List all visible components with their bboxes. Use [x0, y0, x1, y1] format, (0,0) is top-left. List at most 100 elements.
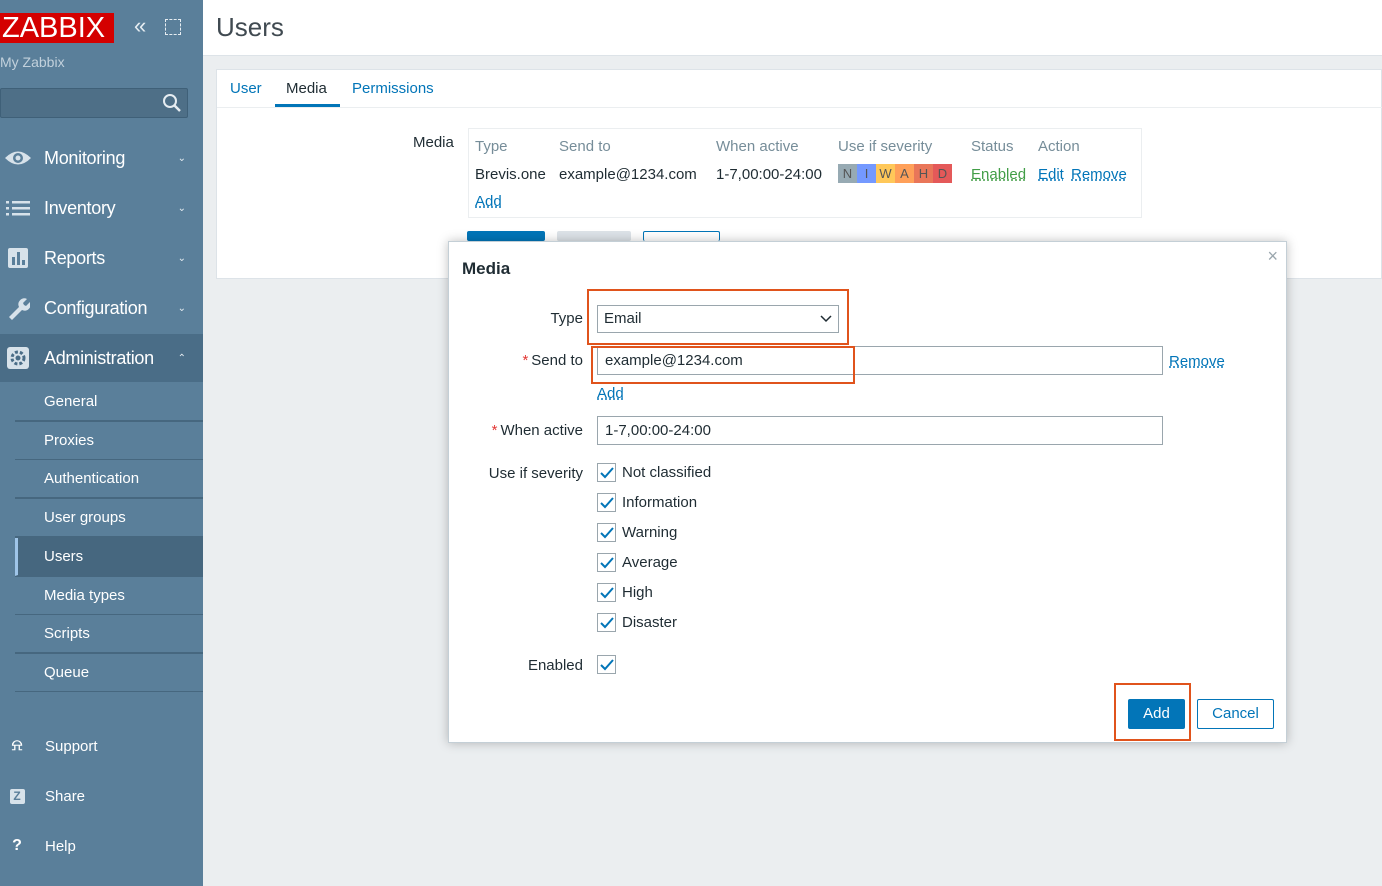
remove-media-link[interactable]: Remove [1071, 166, 1127, 183]
severity-option[interactable]: Warning [597, 523, 677, 542]
send-to-label-text: Send to [531, 352, 583, 369]
send-to-input[interactable]: example@1234.com [597, 346, 1163, 375]
severity-option[interactable]: Not classified [597, 463, 711, 482]
severity-high-badge: H [914, 164, 933, 183]
cancel-button[interactable]: Cancel [1197, 699, 1274, 729]
sidebar-subtitle: My Zabbix [0, 54, 65, 70]
when-active-input[interactable]: 1-7,00:00-24:00 [597, 416, 1163, 445]
tab-permissions[interactable]: Permissions [352, 80, 434, 97]
nav-label: Support [45, 737, 98, 755]
edit-media-link[interactable]: Edit [1038, 166, 1064, 183]
update-button[interactable] [467, 231, 545, 241]
nav-administration[interactable]: Administration ⌃ [0, 334, 203, 382]
add-button[interactable]: Add [1128, 699, 1185, 729]
nav-label: Inventory [44, 197, 116, 218]
tab-bar: User Media Permissions [217, 70, 1382, 108]
enabled-option[interactable] [597, 655, 616, 674]
nav-label: Monitoring [44, 147, 126, 168]
status-link[interactable]: Enabled [971, 166, 1026, 183]
checkbox-checked[interactable] [597, 613, 616, 632]
nav-monitoring[interactable]: Monitoring ⌄ [0, 134, 203, 182]
severity-option-label: High [622, 584, 653, 601]
collapse-sidebar-icon[interactable]: « [134, 15, 154, 38]
wrench-icon [2, 296, 34, 320]
submenu-user-groups[interactable]: User groups [15, 499, 203, 537]
nav-help[interactable]: ? Help [0, 826, 203, 866]
add-media-link[interactable]: Add [475, 193, 502, 210]
kiosk-mode-icon[interactable] [165, 19, 181, 35]
severity-disaster-badge: D [933, 164, 952, 183]
delete-button[interactable] [557, 231, 631, 241]
severity-not-classified-badge: N [838, 164, 857, 183]
search-icon[interactable] [162, 93, 182, 113]
nav-inventory[interactable]: Inventory ⌄ [0, 184, 203, 232]
send-to-cell: example@1234.com [559, 166, 697, 183]
submenu-scripts[interactable]: Scripts [15, 615, 203, 653]
severity-average-badge: A [895, 164, 914, 183]
nav-support[interactable]: ⍾ Support [0, 726, 203, 766]
checkbox-checked[interactable] [597, 553, 616, 572]
add-recipient-link[interactable]: Add [597, 385, 624, 402]
submenu-proxies[interactable]: Proxies [15, 422, 203, 460]
page-header: Users [203, 0, 1382, 56]
search-input[interactable] [0, 88, 188, 118]
checkbox-checked[interactable] [597, 463, 616, 482]
headset-icon: ⍾ [11, 737, 23, 754]
when-active-cell: 1-7,00:00-24:00 [716, 166, 822, 183]
zabbix-logo[interactable]: ZABBIX [0, 13, 114, 43]
checkbox-checked[interactable] [597, 493, 616, 512]
chevron-down-icon [820, 315, 832, 323]
severity-option-label: Average [622, 554, 678, 571]
severity-label: Use if severity [488, 465, 583, 482]
remove-recipient-link[interactable]: Remove [1169, 353, 1225, 370]
severity-option[interactable]: High [597, 583, 653, 602]
severity-warning-badge: W [876, 164, 895, 183]
checkbox-checked[interactable] [597, 523, 616, 542]
chevron-down-icon: ⌄ [177, 153, 186, 164]
question-icon: ? [12, 837, 22, 854]
chevron-down-icon: ⌄ [177, 253, 186, 264]
page-title: Users [216, 12, 284, 42]
type-label: Type [550, 310, 583, 327]
column-header: Send to [559, 138, 611, 155]
submenu-authentication[interactable]: Authentication [15, 460, 203, 498]
nav-label: Help [45, 837, 76, 855]
media-type-cell: Brevis.one [475, 166, 546, 183]
severity-option-label: Warning [622, 524, 678, 541]
chevron-up-icon: ⌃ [177, 353, 186, 364]
media-section-label: Media [413, 134, 454, 151]
column-header: Type [475, 138, 508, 155]
submenu-users[interactable]: Users [15, 538, 203, 576]
column-header: Action [1038, 138, 1080, 155]
gear-icon [2, 346, 34, 370]
nav-label: Reports [44, 247, 105, 268]
active-tab-indicator [275, 104, 340, 107]
nav-configuration[interactable]: Configuration ⌄ [0, 284, 203, 332]
nav-reports[interactable]: Reports ⌄ [0, 234, 203, 282]
tab-user[interactable]: User [230, 80, 262, 97]
type-select[interactable]: Email [597, 305, 839, 333]
send-to-label: * Send to [522, 352, 583, 369]
media-table: Type Send to When active Use if severity… [468, 128, 1142, 218]
submenu-media-types[interactable]: Media types [15, 577, 203, 615]
severity-option-label: Not classified [622, 464, 712, 481]
severity-option[interactable]: Average [597, 553, 678, 572]
eye-icon [2, 146, 34, 170]
sidebar: ZABBIX « My Zabbix Monitoring ⌄ Inventor… [0, 0, 203, 886]
nav-share[interactable]: Z Share [0, 776, 203, 816]
severity-indicators: N I W A H D [838, 164, 952, 183]
when-active-label: * When active [491, 422, 583, 439]
submenu-general[interactable]: General [15, 383, 203, 421]
close-icon[interactable]: × [1267, 246, 1278, 267]
severity-option[interactable]: Information [597, 493, 697, 512]
submenu-queue[interactable]: Queue [15, 654, 203, 692]
bar-chart-icon [2, 246, 34, 270]
cancel-form-button[interactable] [643, 231, 720, 241]
chevron-down-icon: ⌄ [177, 203, 186, 214]
media-dialog: Media × Type Email * Send to example@1234… [448, 241, 1287, 743]
severity-option[interactable]: Disaster [597, 613, 677, 632]
tab-media[interactable]: Media [286, 80, 327, 97]
nav-label: Share [45, 787, 86, 805]
enabled-checkbox[interactable] [597, 655, 616, 674]
checkbox-checked[interactable] [597, 583, 616, 602]
